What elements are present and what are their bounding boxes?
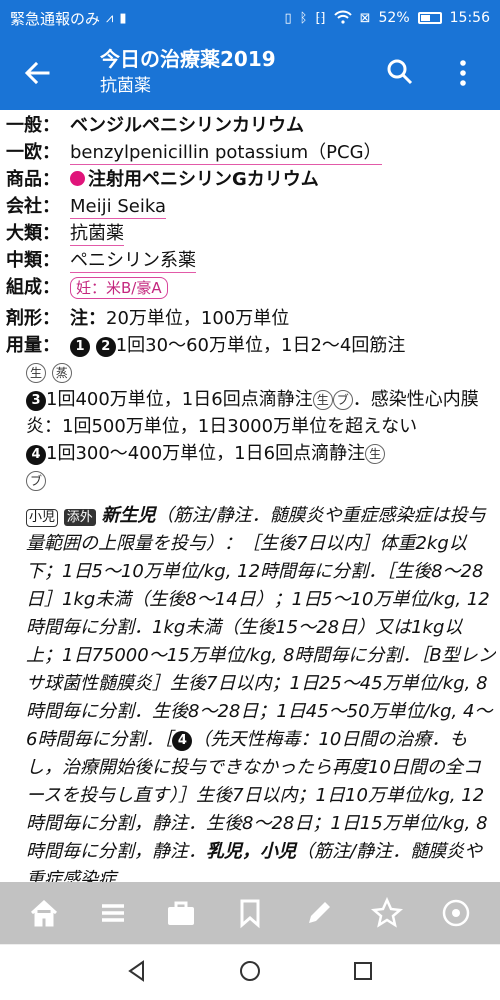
- dose-symbols: 生 蒸: [26, 359, 496, 386]
- company-name[interactable]: Meiji Seika: [70, 196, 166, 219]
- off-label-tag: 添外: [63, 509, 96, 526]
- bookmark-icon[interactable]: [233, 896, 267, 930]
- page-subtitle: 抗菌薬: [100, 76, 151, 96]
- drug-detail: 一般： ベンジルペニシリンカリウム 一欧： benzylpenicillin p…: [6, 112, 496, 882]
- row-minor-class: 中類： ペニシリン系薬: [6, 247, 496, 274]
- european-name[interactable]: benzylpenicillin potassium（PCG）: [70, 142, 382, 165]
- notification-icon: ▮: [119, 10, 127, 26]
- row-general: 一般： ベンジルペニシリンカリウム: [6, 112, 496, 139]
- dose-4-text: 1回300～400万単位，1日6回点滴静注: [46, 443, 366, 464]
- more-vert-icon[interactable]: [455, 58, 471, 88]
- number-3-icon: 3: [26, 391, 46, 411]
- settings-icon[interactable]: [439, 896, 473, 930]
- composition-label: 組成：: [6, 277, 60, 298]
- network-status-text: 緊急通報のみ: [10, 9, 101, 28]
- infant-child-label: 乳児，小児: [206, 841, 296, 862]
- star-icon[interactable]: [370, 896, 404, 930]
- sei-symbol-icon: 生: [26, 363, 46, 383]
- clock: 15:56: [449, 10, 490, 26]
- sei-symbol-icon: 生: [312, 390, 333, 410]
- major-class[interactable]: 抗菌薬: [70, 223, 124, 246]
- product-label: 商品：: [6, 169, 60, 190]
- app-bar: 今日の治療薬2019 抗菌薬: [0, 36, 500, 110]
- form-injection-label: 注：: [70, 308, 106, 329]
- recents-square-icon[interactable]: [351, 959, 375, 987]
- row-major-class: 大類： 抗菌薬: [6, 220, 496, 247]
- system-nav-bar: [0, 944, 500, 1000]
- form-label: 剤形：: [6, 308, 60, 329]
- row-company: 会社： Meiji Seika: [6, 193, 496, 220]
- pediatric-text-1: （筋注/静注．髄膜炎や重症感染症は投与量範囲の上限量を投与）：［生後7日以内］体…: [26, 505, 496, 750]
- general-name: ベンジルペニシリンカリウム: [70, 115, 304, 136]
- minor-label: 中類：: [6, 250, 60, 271]
- ju-symbol-icon: 蒸: [51, 363, 72, 383]
- number-1-icon: 1: [70, 337, 90, 357]
- page-title: 今日の治療薬2019: [100, 47, 276, 71]
- bluetooth-icon: ᛒ: [299, 10, 308, 26]
- number-2-icon: 2: [95, 337, 116, 357]
- battery-icon: [417, 12, 442, 24]
- bottom-toolbar: [0, 882, 500, 944]
- search-icon[interactable]: [386, 58, 414, 86]
- dose-4: 4 1回300～400万単位，1日6回点滴静注生ブ: [26, 440, 496, 494]
- status-bar: 緊急通報のみ ⩘ ▮ ▯ ᛒ ⁅⁆ ⊠ 52% 15:56: [0, 0, 500, 36]
- home-icon[interactable]: [27, 896, 61, 930]
- pediatric-section: 小児 添外 新生児（筋注/静注．髄膜炎や重症感染症は投与量範囲の上限量を投与）：…: [26, 502, 496, 882]
- battery-percent: 52%: [378, 10, 410, 26]
- sei-symbol-icon: 生: [365, 444, 386, 464]
- vibrate-mode-icon: ⁅⁆: [315, 10, 326, 26]
- product-marker-icon: [70, 171, 85, 186]
- row-product: 商品： 注射用ペニシリンGカリウム: [6, 166, 496, 193]
- number-4-icon: 4: [26, 445, 46, 465]
- signal-off-icon: ⩘: [106, 10, 114, 26]
- minor-class[interactable]: ペニシリン系薬: [70, 250, 196, 273]
- home-circle-icon[interactable]: [238, 959, 262, 987]
- european-label: 一欧：: [6, 142, 60, 163]
- pencil-icon[interactable]: [302, 896, 336, 930]
- form-value: 20万単位，100万単位: [106, 308, 290, 329]
- back-triangle-icon[interactable]: [125, 959, 149, 987]
- row-dose: 用量： 1 2 1回30～60万単位，1日2～4回筋注: [6, 332, 496, 359]
- dose-label: 用量：: [6, 335, 60, 356]
- neonate-label: 新生児: [101, 505, 156, 526]
- row-form: 剤形： 注：20万単位，100万単位: [6, 305, 496, 332]
- wifi-icon: [333, 10, 352, 27]
- vibrate-icon: ▯: [284, 10, 292, 26]
- company-label: 会社：: [6, 196, 60, 217]
- back-arrow-icon[interactable]: [22, 58, 52, 88]
- pregnancy-badge[interactable]: 妊：米B/豪A: [70, 277, 168, 299]
- list-icon[interactable]: [96, 896, 130, 930]
- row-composition: 組成： 妊：米B/豪A: [6, 274, 496, 301]
- general-label: 一般：: [6, 115, 60, 136]
- no-sim-icon: ⊠: [359, 10, 371, 26]
- major-label: 大類：: [6, 223, 60, 244]
- dose-3-a: 1回400万単位，1日6回点滴静注: [46, 389, 313, 410]
- child-tag: 小児: [26, 509, 59, 527]
- dose-3: 3 1回400万単位，1日6回点滴静注生ブ．感染性心内膜炎：1回500万単位，1日…: [26, 386, 496, 440]
- pu-symbol-icon: ブ: [26, 471, 46, 491]
- product-name: 注射用ペニシリンGカリウム: [88, 169, 319, 190]
- pu-symbol-icon: ブ: [332, 390, 353, 410]
- row-european: 一欧： benzylpenicillin potassium（PCG）: [6, 139, 496, 166]
- number-4-icon: 4: [172, 731, 193, 751]
- briefcase-icon[interactable]: [164, 896, 198, 930]
- dose-line-1: 1回30～60万単位，1日2～4回筋注: [115, 335, 406, 356]
